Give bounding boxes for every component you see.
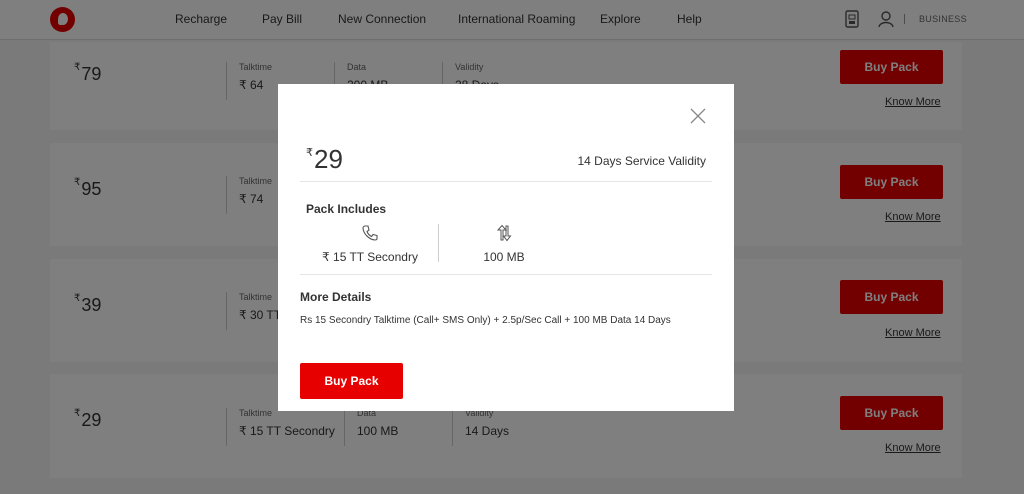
modal-buy-pack-button[interactable]: Buy Pack bbox=[300, 363, 403, 399]
data-arrows-icon bbox=[496, 224, 512, 242]
service-validity: 14 Days Service Validity bbox=[577, 154, 707, 168]
more-details-text: Rs 15 Secondry Talktime (Call+ SMS Only)… bbox=[300, 315, 671, 326]
modal-price: ₹29 bbox=[306, 144, 343, 174]
more-details-title: More Details bbox=[300, 290, 372, 304]
phone-icon bbox=[362, 225, 378, 241]
include-data: 100 MB bbox=[435, 224, 573, 264]
divider bbox=[300, 274, 712, 275]
close-icon[interactable] bbox=[688, 106, 708, 126]
pack-details-modal: ₹29 14 Days Service Validity Pack Includ… bbox=[278, 84, 734, 411]
include-talktime: ₹ 15 TT Secondry bbox=[301, 224, 439, 264]
divider bbox=[300, 181, 712, 182]
pack-includes-title: Pack Includes bbox=[306, 202, 387, 216]
